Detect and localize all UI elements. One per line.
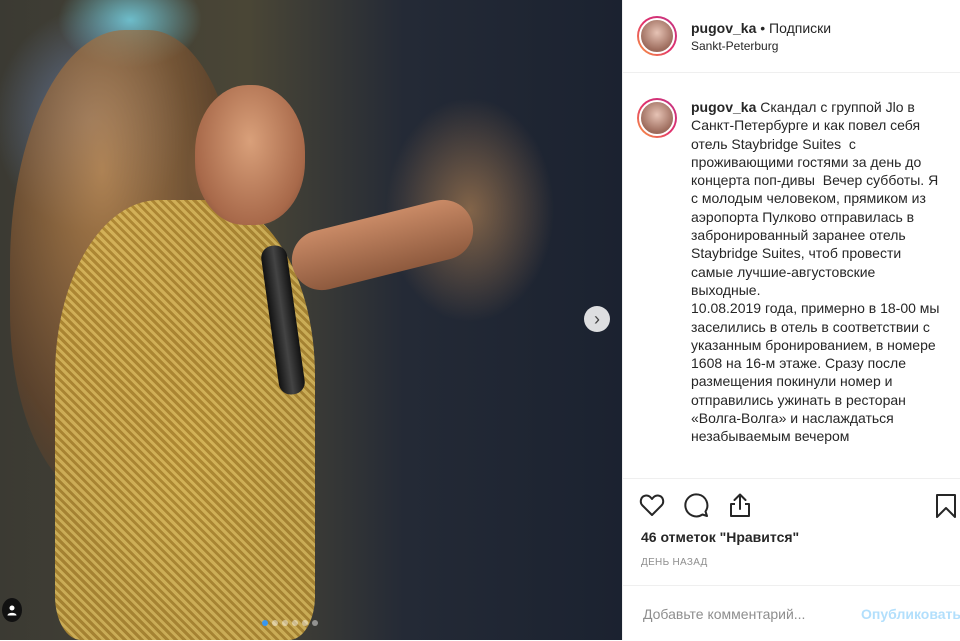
carousel-dot (272, 620, 278, 626)
carousel-dot (282, 620, 288, 626)
header-line: pugov_ka • Подписки (691, 20, 831, 36)
location-link[interactable]: Sankt-Peterburg (691, 39, 831, 53)
photo-arm (285, 193, 480, 297)
share-icon (730, 493, 750, 517)
post-photo[interactable]: › (0, 0, 622, 640)
post-header: pugov_ka • Подписки Sankt-Peterburg (623, 0, 960, 73)
comment-bar: Опубликовать (623, 585, 960, 641)
comment-icon (684, 493, 709, 518)
bookmark-icon (936, 494, 956, 518)
caption-avatar[interactable] (637, 98, 677, 138)
chevron-right-icon: › (594, 309, 600, 329)
carousel-next-button[interactable]: › (584, 306, 610, 332)
action-bar (623, 479, 960, 531)
carousel-dot (302, 620, 308, 626)
separator: • (760, 19, 766, 36)
avatar[interactable] (637, 16, 677, 56)
share-button[interactable] (727, 492, 753, 518)
avatar-image (639, 18, 675, 54)
likes-count[interactable]: 46 отметок "Нравится" (623, 529, 960, 545)
header-text: pugov_ka • Подписки Sankt-Peterburg (691, 20, 831, 53)
publish-button[interactable]: Опубликовать (861, 606, 960, 622)
caption: pugov_ka Скандал с группой Jlo в Санкт-П… (637, 98, 951, 476)
carousel-dot (312, 620, 318, 626)
post-side-panel: pugov_ka • Подписки Sankt-Peterburg pugo… (622, 0, 960, 640)
like-button[interactable] (639, 492, 665, 518)
caption-username[interactable]: pugov_ka (691, 99, 756, 115)
photo-face (195, 85, 305, 225)
actions-section: 46 отметок "Нравится" день назад (623, 478, 960, 568)
person-icon (7, 605, 17, 616)
tagged-user-button[interactable] (2, 598, 22, 622)
avatar-image (639, 100, 675, 136)
save-button[interactable] (935, 493, 960, 519)
heart-icon (639, 494, 665, 516)
post-timestamp[interactable]: день назад (623, 557, 960, 568)
carousel-indicators (262, 620, 318, 626)
follow-button[interactable]: Подписки (769, 20, 831, 36)
username-link[interactable]: pugov_ka (691, 20, 756, 36)
caption-text: pugov_ka Скандал с группой Jlo в Санкт-П… (691, 98, 941, 476)
comment-input[interactable] (641, 604, 852, 623)
carousel-dot (292, 620, 298, 626)
comment-button[interactable] (683, 492, 709, 518)
caption-body: Скандал с группой Jlo в Санкт-Петербурге… (691, 99, 940, 445)
carousel-dot (262, 620, 268, 626)
